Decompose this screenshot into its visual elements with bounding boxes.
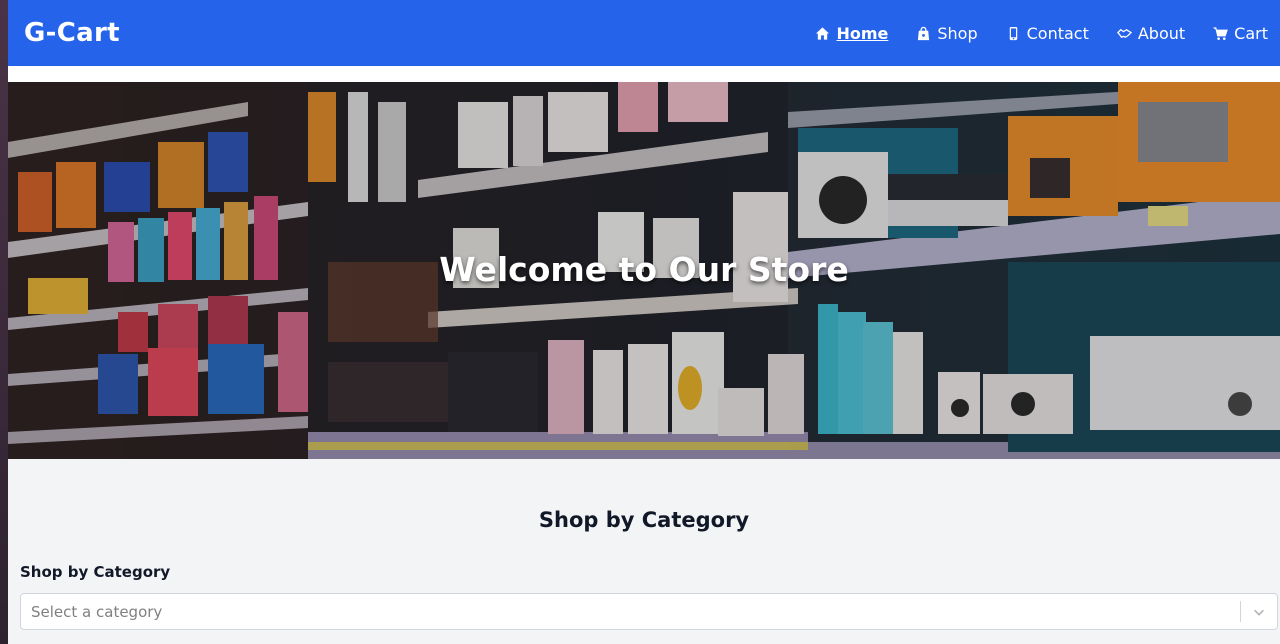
category-select-placeholder: Select a category (31, 602, 163, 621)
nav-link-home[interactable]: Home (815, 24, 888, 43)
cart-icon (1213, 26, 1229, 41)
page: G-Cart Home Shop Contact About Cart Welc… (8, 0, 1280, 644)
home-icon (815, 26, 830, 41)
nav-link-contact[interactable]: Contact (1006, 24, 1089, 43)
hero-banner: Welcome to Our Store (8, 82, 1280, 459)
category-select[interactable]: Select a category (20, 593, 1278, 630)
section-title: Shop by Category (538, 508, 750, 532)
hero-title: Welcome to Our Store (439, 250, 849, 289)
nav-label-home: Home (836, 23, 889, 43)
nav-link-about[interactable]: About (1116, 23, 1186, 43)
handshake-icon (1116, 26, 1132, 41)
nav-label-shop: Shop (937, 23, 978, 43)
nav-label-contact: Contact (1026, 23, 1089, 43)
brand-logo[interactable]: G-Cart (24, 18, 120, 48)
nav-link-cart[interactable]: Cart (1213, 24, 1268, 43)
navbar-spacer (8, 66, 1280, 82)
nav-label-about: About (1137, 23, 1186, 43)
navbar: G-Cart Home Shop Contact About Cart (8, 0, 1280, 66)
shopping-bag-icon (916, 26, 931, 41)
nav-link-shop[interactable]: Shop (916, 23, 978, 43)
nav-links: Home Shop Contact About Cart (815, 24, 1268, 43)
phone-icon (1006, 26, 1021, 41)
chevron-down-icon[interactable] (1241, 605, 1277, 619)
category-field-label: Shop by Category (20, 563, 171, 581)
window-edge (0, 0, 8, 644)
nav-label-cart: Cart (1234, 23, 1268, 43)
